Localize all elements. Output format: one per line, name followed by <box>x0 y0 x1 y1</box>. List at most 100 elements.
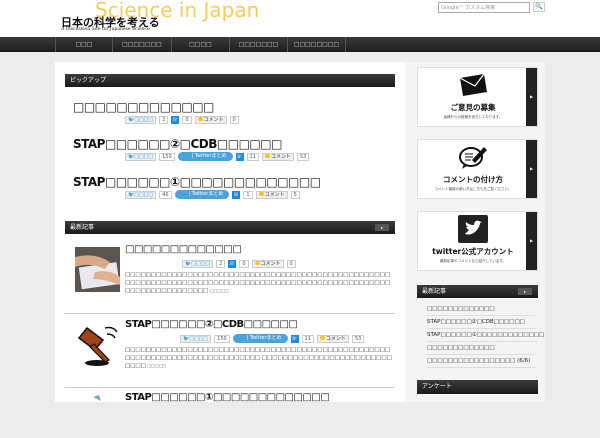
sidebar-recent-heading-text: 最新記事 <box>422 288 447 295</box>
envelope-icon <box>459 73 487 96</box>
search-button[interactable]: 🔍 <box>533 2 545 12</box>
tweet-label: □□□□ <box>134 116 154 123</box>
site-tagline: A Discussion Site for Japanese Science <box>61 27 150 32</box>
sidebar-recent-item[interactable]: □□□□□□□□□□□□□ <box>427 342 537 355</box>
excerpt-text: □□□□□□□□□□□□□□□□□□□□□□□□□□□□□□□□□□□□□□□□… <box>125 272 391 294</box>
banner-subtitle: 最新記事やコメントなど紹介しています。 <box>439 259 507 263</box>
tweet-label: □□□□ <box>134 153 154 160</box>
arrow-right-icon: ▶ <box>526 68 537 126</box>
sidebar-recent-item[interactable]: STAP□□□□□□②□CDB□□□□□□ <box>427 316 537 329</box>
hatena-bookmark-icon[interactable]: B! <box>235 152 244 161</box>
tweet-button[interactable]: 🐦□□□□ <box>180 334 212 343</box>
sidebar-recent-item[interactable]: STAP□□□□□□①□□□□□□□□□□□□□ <box>427 329 544 342</box>
twitter-icon <box>458 215 488 243</box>
banner-subtitle: 皆様からの投稿お待ちしております。 <box>443 115 503 119</box>
comment-count: 5 <box>290 190 300 199</box>
comment-button[interactable]: コメント <box>255 190 288 199</box>
sidebar-recent-item[interactable]: □□□□□□□□□□□□□ <box>427 303 537 316</box>
article-title[interactable]: □□□□□□□□□□□□□ <box>125 244 242 255</box>
tweet-button[interactable]: 🐦□□□□ <box>125 152 157 161</box>
hatena-bookmark-icon[interactable]: B! <box>228 259 237 268</box>
comment-count: 53 <box>351 334 365 343</box>
twitter-summary-label: Twitterまとめ <box>191 191 224 197</box>
article-divider <box>65 313 395 314</box>
article-title[interactable]: STAP□□□□□□②□CDB□□□□□□ <box>125 319 298 330</box>
social-buttons: 🐦□□□□ 2 B! 0 コメント 0 <box>125 115 239 124</box>
nav-item-5[interactable]: □□□□□□□□ <box>288 37 346 52</box>
article-title[interactable]: STAP□□□□□□①□□□□□□□□□□□□□ <box>125 392 330 403</box>
search-input[interactable]: Google™ カスタム検索 <box>438 2 530 13</box>
article-excerpt: □□□□□□□□□□□□□□□□□□□□□□□□□□□□□□□□□□□□□□□□… <box>125 271 395 295</box>
twitter-summary-label: Twitterまとめ <box>194 153 227 159</box>
twitter-summary-button[interactable]: 🐦 | Twitterまとめ <box>174 190 230 199</box>
comment-button[interactable]: コメント <box>316 334 349 343</box>
speech-bubble-pen-icon <box>459 147 487 169</box>
pickup-title[interactable]: □□□□□□□□□□□□□ <box>73 100 214 114</box>
pickup-title[interactable]: STAP□□□□□□②□CDB□□□□□□ <box>73 137 282 151</box>
main-nav: □□□ □□□□□□□ □□□□ □□□□□□□ □□□□□□□□ <box>0 37 600 52</box>
twitter-summary-label: Twitterまとめ <box>249 335 282 341</box>
banner-subtitle: コメント機能の使い方はこちらをご覧ください。 <box>434 187 512 191</box>
article-excerpt: □□□□□□□□□□□□□□□□□□□□□□□□□□□□□□□□□□□□□□□□… <box>125 346 395 370</box>
sidebar-recent-heading: 最新記事 ▸ <box>417 285 538 298</box>
banner-title: コメントの付け方 <box>443 175 503 184</box>
tweet-count: 40 <box>159 190 172 199</box>
tweet-label: □□□□ <box>189 335 209 342</box>
nav-item-1[interactable]: □□□ <box>55 37 113 52</box>
comment-button[interactable]: コメント <box>261 152 294 161</box>
twitter-summary-button[interactable]: 🐦 | Twitterまとめ <box>177 152 233 161</box>
tweet-button[interactable]: 🐦□□□□ <box>182 259 214 268</box>
hatena-bookmark-icon[interactable]: B! <box>232 190 241 199</box>
banner-comment-guide[interactable]: コメントの付け方 コメント機能の使い方はこちらをご覧ください。 ▶ <box>417 139 538 199</box>
hatena-count: 1 <box>243 190 253 199</box>
tweet-label: □□□□ <box>191 260 211 267</box>
article-thumbnail-document[interactable] <box>75 247 120 292</box>
hatena-count: 11 <box>301 334 314 343</box>
arrow-right-icon: ▶ <box>526 212 537 270</box>
comment-button[interactable]: コメント <box>194 115 227 124</box>
pickup-title[interactable]: STAP□□□□□□①□□□□□□□□□□□□□ <box>73 175 321 189</box>
social-buttons: 🐦□□□□ 40 🐦 | Twitterまとめ B! 1 コメント 5 <box>125 190 300 199</box>
hatena-count: 0 <box>182 115 192 124</box>
comment-count: 0 <box>229 115 239 124</box>
arrow-right-icon: ▶ <box>526 140 537 198</box>
tweet-count: 150 <box>214 334 230 343</box>
comment-count: 53 <box>296 152 310 161</box>
nav-item-4[interactable]: □□□□□□□ <box>230 37 288 52</box>
hatena-count: 11 <box>246 152 259 161</box>
survey-heading: アンケート <box>417 380 538 394</box>
nav-item-2[interactable]: □□□□□□□ <box>113 37 172 52</box>
sidebar-recent-more-button[interactable]: ▸ <box>518 288 532 295</box>
hatena-bookmark-icon[interactable]: B! <box>290 334 299 343</box>
tweet-label: □□□□ <box>134 191 154 198</box>
hatena-bookmark-icon[interactable]: B! <box>171 115 180 124</box>
survey-heading-text: アンケート <box>422 383 452 390</box>
comment-count: 0 <box>286 259 296 268</box>
social-buttons: 🐦□□□□ 150 🐦 | Twitterまとめ B! 11 コメント 53 <box>180 334 365 343</box>
pickup-heading: ピックアップ <box>65 74 395 87</box>
nav-item-3[interactable]: □□□□ <box>172 37 230 52</box>
comment-button[interactable]: コメント <box>251 259 284 268</box>
tweet-count: 150 <box>159 152 175 161</box>
banner-title: twitter公式アカウント <box>432 247 514 256</box>
read-more-link[interactable]: □□□□□ <box>148 363 167 368</box>
banner-feedback[interactable]: ご意見の募集 皆様からの投稿お待ちしております。 ▶ <box>417 67 538 127</box>
hatena-count: 0 <box>239 259 249 268</box>
social-buttons: 🐦□□□□ 2 B! 0 コメント 0 <box>182 259 296 268</box>
social-buttons: 🐦□□□□ 150 🐦 | Twitterまとめ B! 11 コメント 53 <box>125 152 310 161</box>
banner-title: ご意見の募集 <box>450 103 496 112</box>
twitter-summary-button[interactable]: 🐦 | Twitterまとめ <box>232 334 288 343</box>
latest-more-button[interactable]: ▸ <box>375 224 389 231</box>
latest-heading: 最新記事 ▸ <box>65 221 395 234</box>
tweet-count: 2 <box>216 259 226 268</box>
banner-twitter[interactable]: twitter公式アカウント 最新記事やコメントなど紹介しています。 ▶ <box>417 211 538 271</box>
site-header: Science in Japan 日本の科学を考える A Discussion … <box>0 0 600 37</box>
article-divider <box>65 387 395 388</box>
latest-heading-text: 最新記事 <box>70 224 95 231</box>
sidebar-recent-item[interactable]: □□□□□□□□□□□□□□□□□ (6/6) <box>427 355 537 368</box>
tweet-button[interactable]: 🐦□□□□ <box>125 115 157 124</box>
tweet-button[interactable]: 🐦□□□□ <box>125 190 157 199</box>
article-thumbnail-hammer[interactable] <box>75 322 120 367</box>
read-more-link[interactable]: □□□□□ <box>210 288 229 293</box>
pickup-heading-text: ピックアップ <box>70 77 107 84</box>
